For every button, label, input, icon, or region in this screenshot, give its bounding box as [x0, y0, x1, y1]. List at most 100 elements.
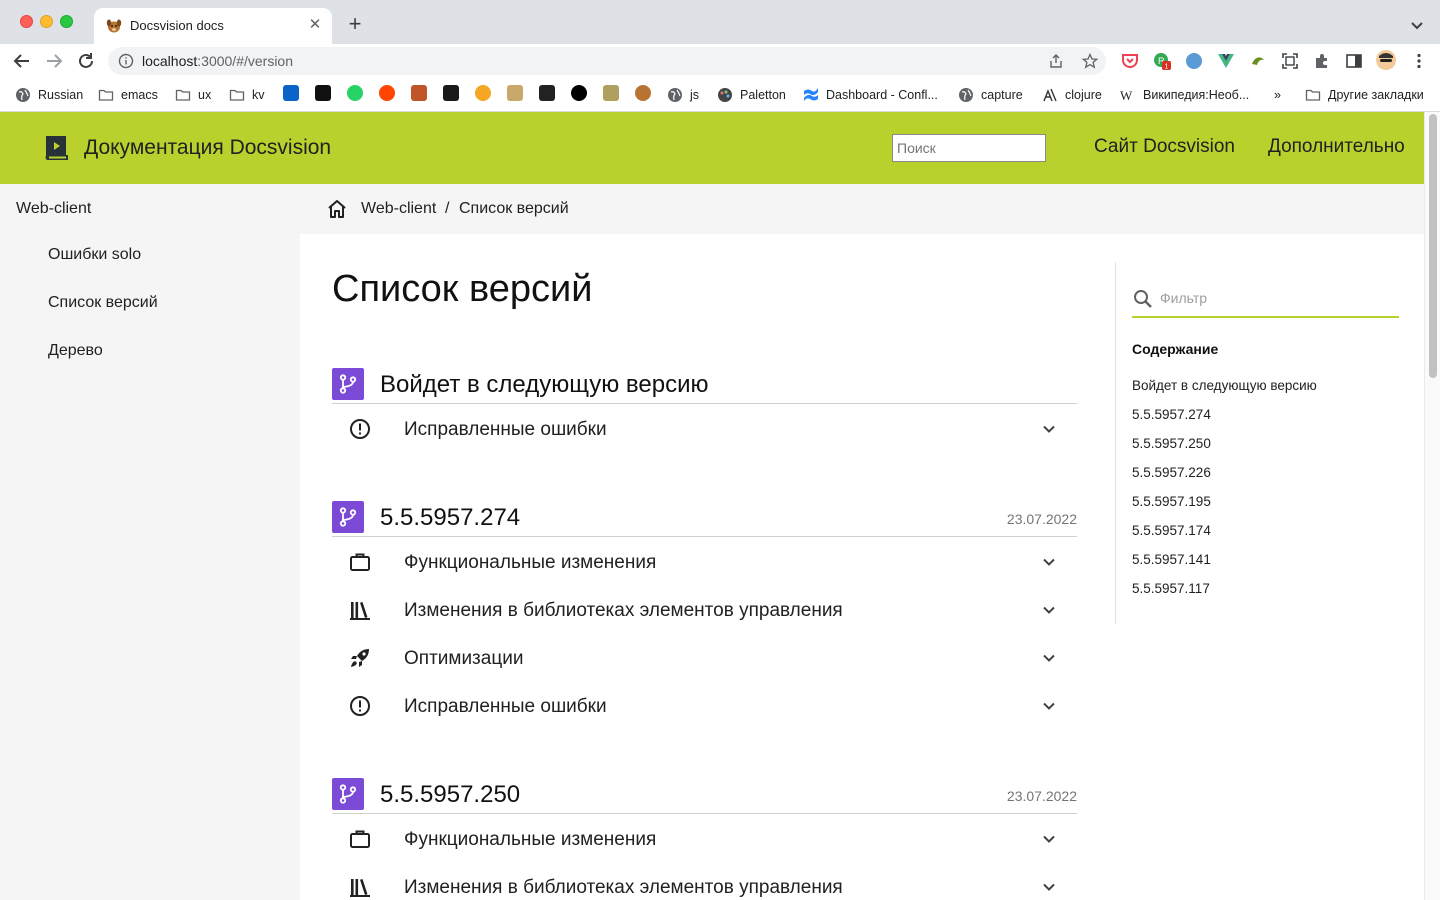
chevron-down-icon[interactable]: [1041, 554, 1057, 570]
chevron-down-icon[interactable]: [1041, 421, 1057, 437]
cursor-bookmark-icon[interactable]: [315, 85, 331, 101]
bookmark-clojure[interactable]: clojure: [1042, 85, 1102, 105]
toc-item[interactable]: 5.5.5957.195: [1132, 494, 1211, 509]
bookmark-dashboard-confluence[interactable]: Dashboard - Confl...: [803, 85, 938, 105]
address-bar[interactable]: localhost:3000/#/version: [108, 47, 1106, 75]
lizard-extension-icon[interactable]: [1249, 52, 1267, 70]
chevron-down-icon[interactable]: [1408, 16, 1426, 34]
new-tab-button[interactable]: +: [344, 13, 366, 36]
screenshot-icon[interactable]: [1281, 52, 1299, 70]
safari-extension-icon[interactable]: [1185, 52, 1203, 70]
bookmark-ux[interactable]: ux: [175, 85, 211, 105]
version-block: Войдет в следующую версию Исправленные о…: [332, 368, 1077, 452]
section-label: Изменения в библиотеках элементов управл…: [404, 600, 843, 621]
badge-extension-icon[interactable]: R 1: [1153, 52, 1171, 70]
toc-item[interactable]: 5.5.5957.250: [1132, 436, 1211, 451]
toc-item[interactable]: 5.5.5957.226: [1132, 465, 1211, 480]
chevron-down-icon[interactable]: [1041, 831, 1057, 847]
toc-title: Содержание: [1132, 341, 1219, 357]
palette-icon: [718, 88, 732, 102]
share-bookmark-icon[interactable]: [475, 85, 491, 101]
bookmark-emacs[interactable]: emacs: [98, 85, 158, 105]
version-badge: [332, 778, 364, 810]
page-scrollbar[interactable]: [1424, 112, 1440, 900]
site-title[interactable]: Документация Docsvision: [84, 136, 331, 160]
toc-item[interactable]: 5.5.5957.141: [1132, 552, 1211, 567]
stack-bookmark-icon[interactable]: [603, 85, 619, 101]
home-icon[interactable]: [326, 199, 348, 219]
breadcrumb-separator: /: [445, 200, 450, 217]
browser-tab[interactable]: Docsvision docs ✕: [94, 8, 332, 44]
toc-item[interactable]: 5.5.5957.274: [1132, 407, 1211, 422]
svg-text:W: W: [1120, 88, 1133, 103]
section-row-control-libraries[interactable]: Изменения в библиотеках элементов управл…: [332, 585, 1077, 633]
chevron-down-icon[interactable]: [1041, 602, 1057, 618]
tab-close-icon[interactable]: ✕: [306, 16, 324, 34]
site-info-icon[interactable]: [118, 53, 134, 69]
minimize-window-button[interactable]: [40, 15, 53, 28]
reddit-bookmark-icon[interactable]: [379, 85, 395, 101]
yc-bookmark-icon[interactable]: [507, 85, 523, 101]
bookmark-capture[interactable]: capture: [958, 85, 1023, 105]
more-menu-icon[interactable]: [1410, 52, 1428, 70]
chevron-down-icon[interactable]: [1041, 698, 1057, 714]
bookmark-paletton[interactable]: Paletton: [717, 85, 786, 105]
section-row-control-libraries[interactable]: Изменения в библиотеках элементов управл…: [332, 862, 1077, 900]
search-input[interactable]: [892, 134, 1046, 162]
share-icon[interactable]: [1048, 53, 1064, 69]
reload-icon[interactable]: [75, 50, 97, 72]
book-logo-icon[interactable]: [44, 134, 70, 162]
toc-item[interactable]: Войдет в следующую версию: [1132, 378, 1317, 393]
orange-app-bookmark-icon[interactable]: [411, 85, 427, 101]
folder-icon: [175, 89, 191, 101]
library-icon: [350, 602, 370, 620]
filter-input[interactable]: [1160, 286, 1395, 310]
toc-item[interactable]: 5.5.5957.117: [1132, 581, 1210, 596]
maximize-window-button[interactable]: [60, 15, 73, 28]
more-menu-link[interactable]: Дополнительно: [1268, 136, 1405, 158]
whatsapp-bookmark-icon[interactable]: [347, 85, 363, 101]
profile-avatar[interactable]: [1376, 50, 1396, 70]
toc-divider: [1115, 262, 1116, 624]
toc-item[interactable]: 5.5.5957.174: [1132, 523, 1211, 538]
dog-bookmark-icon[interactable]: [635, 85, 651, 101]
docsvision-site-link[interactable]: Сайт Docsvision: [1094, 136, 1235, 158]
medium-bookmark-icon[interactable]: [571, 85, 587, 101]
close-window-button[interactable]: [20, 15, 33, 28]
m-bookmark-icon[interactable]: [539, 85, 555, 101]
version-badge: [332, 368, 364, 400]
sidebar-item-tree[interactable]: Дерево: [48, 342, 103, 360]
bookmark-star-icon[interactable]: [1082, 53, 1098, 69]
section-row-optimizations[interactable]: Оптимизации: [332, 633, 1077, 681]
bookmark-other-bookmarks[interactable]: Другие закладки: [1305, 85, 1424, 105]
breadcrumb-web-client[interactable]: Web-client: [361, 200, 436, 218]
puzzle-extensions-icon[interactable]: [1313, 52, 1331, 70]
chevron-down-icon[interactable]: [1041, 879, 1057, 895]
bookmark-russian[interactable]: Russian: [15, 85, 83, 105]
outlook-bookmark-icon[interactable]: [283, 85, 299, 101]
toc-filter: [1132, 278, 1399, 318]
scrollbar-thumb[interactable]: [1429, 114, 1437, 378]
forward-arrow-icon[interactable]: [43, 50, 65, 72]
bookmark-wikipedia[interactable]: W Википедия:Необ...: [1120, 85, 1249, 105]
section-label: Исправленные ошибки: [404, 696, 607, 717]
section-row-fixed-bugs[interactable]: Исправленные ошибки: [332, 404, 1077, 452]
side-panel-icon[interactable]: [1345, 52, 1363, 70]
svg-text:1: 1: [1165, 64, 1169, 71]
chevron-down-icon[interactable]: [1041, 650, 1057, 666]
bookmark-js[interactable]: js: [667, 85, 699, 105]
section-row-functional-changes[interactable]: Функциональные изменения: [332, 537, 1077, 585]
bookmark-kv[interactable]: kv: [229, 85, 265, 105]
section-row-fixed-bugs[interactable]: Исправленные ошибки: [332, 681, 1077, 729]
vue-devtools-icon[interactable]: [1217, 52, 1235, 70]
section-row-functional-changes[interactable]: Функциональные изменения: [332, 814, 1077, 862]
alert-circle-icon: [350, 696, 370, 716]
pocket-extension-icon[interactable]: [1121, 52, 1139, 70]
sidebar-item-version-list[interactable]: Список версий: [48, 294, 158, 312]
back-arrow-icon[interactable]: [11, 50, 33, 72]
terminal-bookmark-icon[interactable]: [443, 85, 459, 101]
version-header: 5.5.5957.250 23.07.2022: [332, 778, 1077, 814]
bookmarks-overflow-button[interactable]: »: [1274, 85, 1281, 105]
sidebar-item-errors-solo[interactable]: Ошибки solo: [48, 246, 141, 264]
sidebar-root-web-client[interactable]: Web-client: [16, 200, 91, 218]
